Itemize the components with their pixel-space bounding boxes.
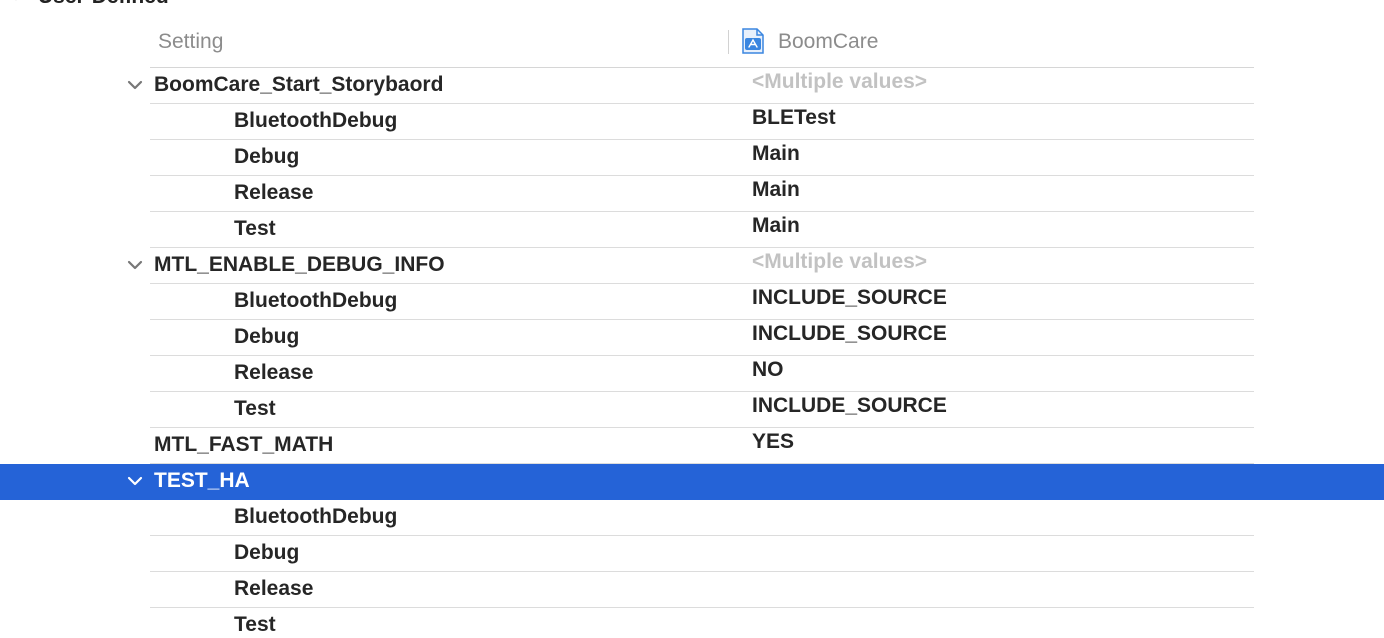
configuration-row[interactable]: Release Main	[0, 176, 1384, 212]
configuration-row[interactable]: Release NO	[0, 356, 1384, 392]
setting-name: Release	[234, 577, 314, 600]
setting-value[interactable]: INCLUDE_SOURCE	[752, 322, 947, 346]
configuration-row[interactable]: Test Main	[0, 212, 1384, 248]
configuration-row[interactable]: BluetoothDebug INCLUDE_SOURCE	[0, 284, 1384, 320]
setting-value[interactable]: <Multiple values>	[752, 70, 927, 94]
configuration-row[interactable]: BluetoothDebug	[0, 500, 1384, 536]
section-title: User-Defined	[38, 0, 169, 9]
setting-name: Test	[234, 613, 276, 636]
configuration-row[interactable]: Test INCLUDE_SOURCE	[0, 392, 1384, 428]
setting-name: Test	[234, 397, 276, 420]
setting-value[interactable]: Main	[752, 214, 800, 238]
setting-value[interactable]: YES	[752, 430, 794, 454]
setting-name: Release	[234, 361, 314, 384]
app-target-icon	[742, 28, 764, 54]
target-column-label[interactable]: BoomCare	[778, 30, 878, 54]
build-settings-view: User-Defined Setting BoomCare BoomCare_S…	[0, 0, 1384, 638]
setting-name: BoomCare_Start_Storybaord	[154, 73, 444, 96]
setting-name: Debug	[234, 145, 300, 168]
setting-value[interactable]: BLETest	[752, 106, 836, 130]
column-header: Setting BoomCare	[150, 24, 1254, 68]
setting-value[interactable]: <Multiple values>	[752, 250, 927, 274]
configuration-row[interactable]: BluetoothDebug BLETest	[0, 104, 1384, 140]
chevron-down-icon[interactable]	[126, 258, 144, 274]
setting-value[interactable]: Main	[752, 178, 800, 202]
column-divider[interactable]	[728, 30, 729, 54]
configuration-row[interactable]: Debug INCLUDE_SOURCE	[0, 320, 1384, 356]
setting-name: Release	[234, 181, 314, 204]
setting-name: Debug	[234, 541, 300, 564]
configuration-row[interactable]: Debug Main	[0, 140, 1384, 176]
setting-value[interactable]: NO	[752, 358, 784, 382]
setting-name: TEST_HA	[154, 469, 250, 492]
settings-table: BoomCare_Start_Storybaord <Multiple value…	[0, 68, 1384, 638]
setting-row[interactable]: MTL_ENABLE_DEBUG_INFO <Multiple values>	[0, 248, 1384, 284]
setting-row[interactable]: BoomCare_Start_Storybaord <Multiple value…	[0, 68, 1384, 104]
configuration-row[interactable]: Release	[0, 572, 1384, 608]
setting-value[interactable]: INCLUDE_SOURCE	[752, 286, 947, 310]
setting-value[interactable]: Main	[752, 142, 800, 166]
setting-name: Test	[234, 217, 276, 240]
setting-row[interactable]: TEST_HA	[0, 464, 1384, 500]
setting-value[interactable]: INCLUDE_SOURCE	[752, 394, 947, 418]
chevron-down-icon[interactable]	[126, 474, 144, 490]
setting-name: BluetoothDebug	[234, 109, 398, 132]
configuration-row[interactable]: Test	[0, 608, 1384, 638]
setting-name: MTL_ENABLE_DEBUG_INFO	[154, 253, 445, 276]
setting-name: BluetoothDebug	[234, 289, 398, 312]
chevron-down-icon[interactable]	[6, 0, 26, 12]
setting-column-label[interactable]: Setting	[158, 30, 223, 54]
configuration-row[interactable]: Debug	[0, 536, 1384, 572]
chevron-down-icon[interactable]	[126, 78, 144, 94]
setting-name: Debug	[234, 325, 300, 348]
setting-row[interactable]: MTL_FAST_MATH YES	[0, 428, 1384, 464]
setting-name: BluetoothDebug	[234, 505, 398, 528]
setting-name: MTL_FAST_MATH	[154, 433, 334, 456]
